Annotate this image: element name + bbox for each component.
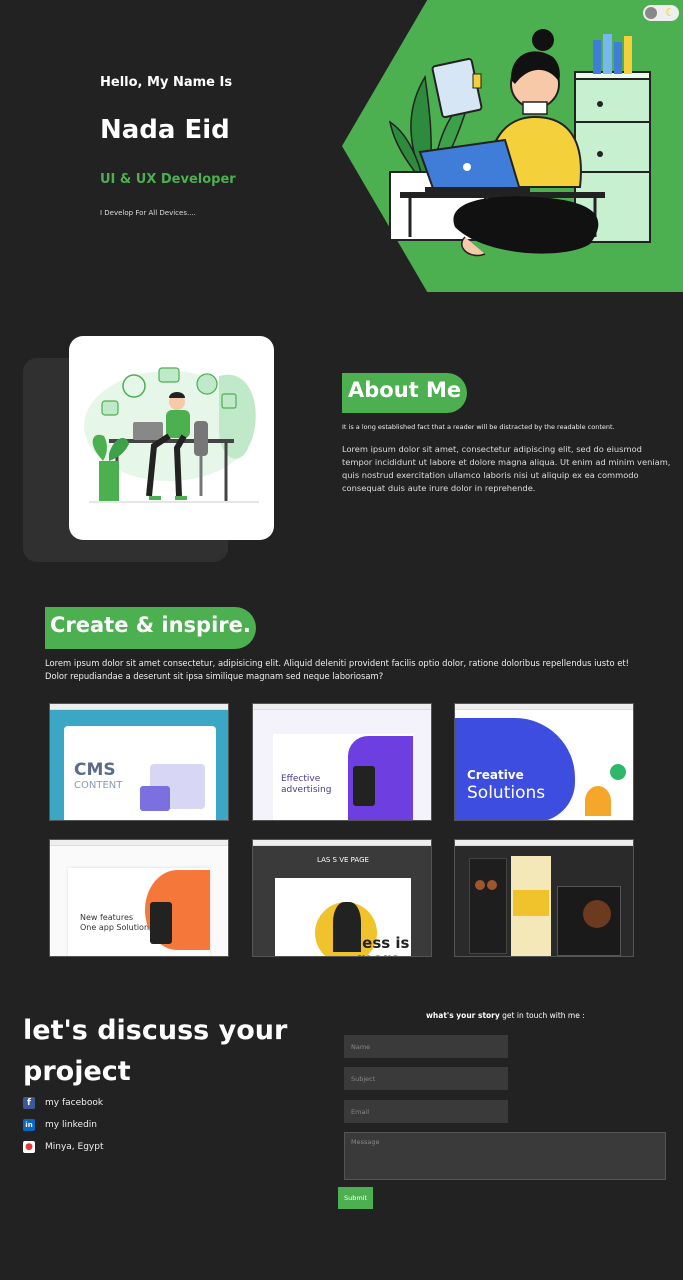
social-label: my linkedin (45, 1120, 98, 1130)
portfolio-headline: Effective (281, 774, 321, 784)
email-field[interactable] (344, 1100, 508, 1123)
toggle-knob (645, 7, 657, 19)
moon-icon: ☾ (665, 6, 675, 19)
portfolio-description: Lorem ipsum dolor sit amet consectetur, … (45, 658, 630, 681)
about-body: Lorem ipsum dolor sit amet, consectetur … (342, 444, 671, 493)
portfolio-subline: CONTENT (74, 780, 123, 791)
browser-bar (253, 840, 431, 846)
name-field[interactable] (344, 1035, 508, 1058)
social-location: ● Minya, Egypt (23, 1141, 104, 1153)
facebook-icon: f (23, 1097, 35, 1109)
about-lead: It is a long established fact that a rea… (342, 423, 615, 431)
portfolio-top-label: LAS S VE PAGE (317, 856, 369, 864)
browser-bar (253, 704, 431, 710)
contact-prompt: what's your story get in touch with me : (426, 1011, 585, 1020)
portfolio-item-landing[interactable]: LAS S VE PAGE less is more (252, 839, 432, 957)
hero-role: UI & UX Developer (100, 172, 236, 187)
browser-bar (455, 840, 633, 846)
social-facebook-link[interactable]: f my facebook (23, 1097, 103, 1109)
browser-bar (50, 840, 228, 846)
portfolio-item-app[interactable]: New features One app Solution (49, 839, 229, 957)
portfolio-headline: New features (80, 913, 134, 922)
contact-title: let's discuss your project (23, 1015, 288, 1087)
portfolio-headline: CMS (74, 760, 116, 780)
portfolio-subline: advertising (281, 785, 332, 795)
portfolio-title: Create & inspire. (45, 607, 256, 649)
hero-illustration (388, 29, 651, 257)
hero-name: Nada Eid (100, 115, 230, 145)
portfolio-subline: One app Solution (80, 923, 150, 932)
about-illustration-card (69, 336, 274, 540)
contact-prompt-rest: get in touch with me : (499, 1011, 585, 1020)
portfolio-item-advertising[interactable]: Effective advertising (252, 703, 432, 821)
submit-button[interactable]: Submit (338, 1187, 373, 1209)
theme-toggle[interactable]: ☾ (643, 5, 679, 21)
subject-field[interactable] (344, 1067, 508, 1090)
hero-greeting: Hello, My Name Is (100, 75, 233, 90)
about-title: About Me (342, 373, 468, 413)
social-label: Minya, Egypt (45, 1142, 104, 1152)
browser-bar (50, 704, 228, 710)
developer-illustration (84, 367, 259, 503)
linkedin-icon: in (23, 1119, 35, 1131)
portfolio-subline: Solutions (467, 783, 546, 803)
portfolio-headline: Creative (467, 768, 524, 782)
portfolio-item-food[interactable] (454, 839, 634, 957)
contact-prompt-bold: what's your story (426, 1011, 500, 1020)
message-field[interactable] (344, 1132, 666, 1180)
hero-tagline: I Develop For All Devices.... (100, 209, 196, 217)
portfolio-subline: more (357, 950, 401, 956)
portfolio-item-cms[interactable]: CMS CONTENT (49, 703, 229, 821)
social-label: my facebook (45, 1098, 104, 1108)
browser-bar (455, 704, 633, 710)
portfolio-item-creative[interactable]: Creative Solutions (454, 703, 634, 821)
location-pin-icon: ● (23, 1141, 35, 1153)
social-linkedin-link[interactable]: in my linkedin (23, 1119, 97, 1131)
